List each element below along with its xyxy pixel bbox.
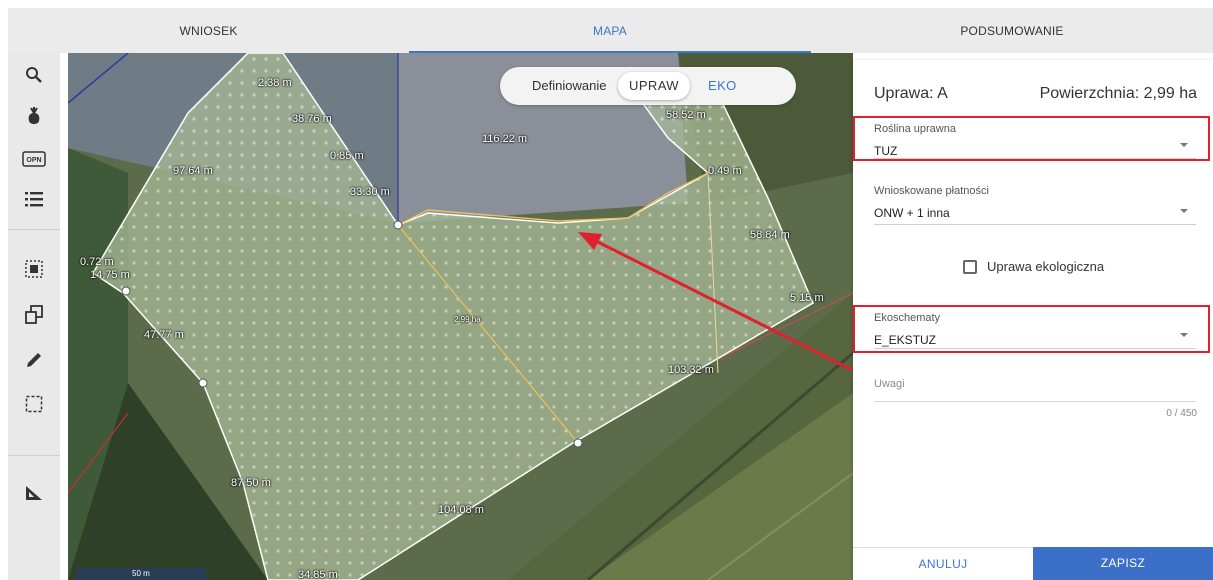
mode-upraw-button[interactable]: UPRAW bbox=[618, 72, 690, 100]
map-toolbar: OPN bbox=[8, 53, 60, 580]
crop-icon[interactable] bbox=[18, 101, 50, 133]
measurement-label: 34.85 m bbox=[298, 569, 338, 580]
select-area-icon[interactable] bbox=[18, 253, 50, 285]
measurement-label: 14.75 m bbox=[90, 269, 130, 281]
measurement-label: 0.85 m bbox=[330, 150, 364, 162]
payments-select-value: ONW + 1 inna bbox=[874, 206, 950, 220]
payments-select[interactable]: Wnioskowane płatności ONW + 1 inna bbox=[874, 185, 1196, 225]
measurement-label: 33.30 m bbox=[350, 186, 390, 198]
measurement-label: 97.64 m bbox=[173, 165, 213, 177]
search-icon[interactable] bbox=[18, 59, 50, 91]
edit-icon[interactable] bbox=[18, 344, 50, 376]
mode-toggle: Definiowanie UPRAW EKO bbox=[500, 67, 796, 105]
measurement-label: 0.49 m bbox=[708, 165, 742, 177]
crop-details-panel: Uprawa: A Powierzchnia: 2,99 ha Roślina … bbox=[853, 60, 1213, 580]
measurement-label: 87.50 m bbox=[231, 477, 271, 489]
measure-icon[interactable] bbox=[18, 477, 50, 509]
field-underline bbox=[874, 224, 1196, 225]
field-underline bbox=[874, 348, 1196, 349]
draw-rectangle-icon[interactable] bbox=[18, 388, 50, 420]
opn-icon-text: OPN bbox=[26, 157, 41, 164]
ecological-checkbox[interactable]: Uprawa ekologiczna bbox=[963, 259, 1104, 274]
field-underline bbox=[874, 158, 1196, 159]
measurement-label: 38.76 m bbox=[292, 113, 332, 125]
tab-mapa-label: MAPA bbox=[593, 24, 627, 38]
field-underline bbox=[874, 401, 1196, 402]
map-view[interactable]: 2.38 m 38.76 m 0.85 m 33.30 m 116.22 m 5… bbox=[68, 53, 853, 580]
list-icon[interactable] bbox=[18, 183, 50, 215]
measurement-label: 58.52 m bbox=[666, 109, 706, 121]
mode-toggle-label: Definiowanie bbox=[532, 78, 607, 93]
measurement-label: 0.72 m bbox=[80, 256, 114, 268]
chevron-down-icon bbox=[1180, 143, 1188, 147]
tab-mapa[interactable]: MAPA bbox=[409, 8, 811, 53]
measurement-label: 5.15 m bbox=[790, 292, 824, 304]
crop-select-value: TUZ bbox=[874, 144, 898, 158]
measurement-label: 103.32 m bbox=[668, 364, 714, 376]
notes-placeholder: Uwagi bbox=[874, 378, 905, 390]
crop-select-label: Roślina uprawna bbox=[874, 123, 956, 135]
cancel-button[interactable]: ANULUJ bbox=[853, 547, 1033, 580]
app-root: WNIOSEK MAPA PODSUMOWANIE OPN 2.38 m 38.… bbox=[0, 0, 1213, 580]
copy-icon[interactable] bbox=[18, 299, 50, 331]
mode-eko-button[interactable]: EKO bbox=[708, 67, 737, 105]
parcel-area-label: 2.99 ha bbox=[454, 315, 481, 324]
tab-podsumowanie[interactable]: PODSUMOWANIE bbox=[811, 8, 1213, 53]
payments-select-label: Wnioskowane płatności bbox=[874, 185, 989, 197]
measurement-label: 58.84 m bbox=[750, 229, 790, 241]
ecoschemes-select-label: Ekoschematy bbox=[874, 312, 941, 324]
notes-input[interactable]: Uwagi bbox=[874, 378, 1196, 402]
checkbox-icon[interactable] bbox=[963, 259, 977, 274]
measurement-label: 2.38 m bbox=[258, 77, 292, 89]
save-button[interactable]: ZAPISZ bbox=[1033, 547, 1213, 580]
chevron-down-icon bbox=[1180, 333, 1188, 337]
toolbar-divider bbox=[8, 455, 60, 456]
tab-wniosek[interactable]: WNIOSEK bbox=[8, 8, 409, 53]
scale-bar-label: 50 m bbox=[132, 569, 150, 578]
crop-area: Powierzchnia: 2,99 ha bbox=[1039, 85, 1197, 102]
ecoschemes-select-value: E_EKSTUZ bbox=[874, 333, 937, 347]
chevron-down-icon bbox=[1180, 209, 1188, 213]
measurement-label: 104.08 m bbox=[438, 504, 484, 516]
scale-bar: 50 m bbox=[76, 568, 206, 580]
opn-icon[interactable]: OPN bbox=[18, 143, 50, 175]
crop-title: Uprawa: A bbox=[874, 85, 948, 102]
ecological-checkbox-label: Uprawa ekologiczna bbox=[987, 259, 1105, 274]
tab-bar: WNIOSEK MAPA PODSUMOWANIE bbox=[8, 8, 1213, 53]
measurement-label: 47.77 m bbox=[144, 329, 184, 341]
crop-select[interactable]: Roślina uprawna TUZ bbox=[874, 123, 1196, 159]
toolbar-divider bbox=[8, 229, 60, 230]
measurement-label: 116.22 m bbox=[482, 133, 528, 145]
ecoschemes-select[interactable]: Ekoschematy E_EKSTUZ bbox=[874, 312, 1196, 349]
notes-char-counter: 0 / 450 bbox=[1166, 408, 1197, 419]
